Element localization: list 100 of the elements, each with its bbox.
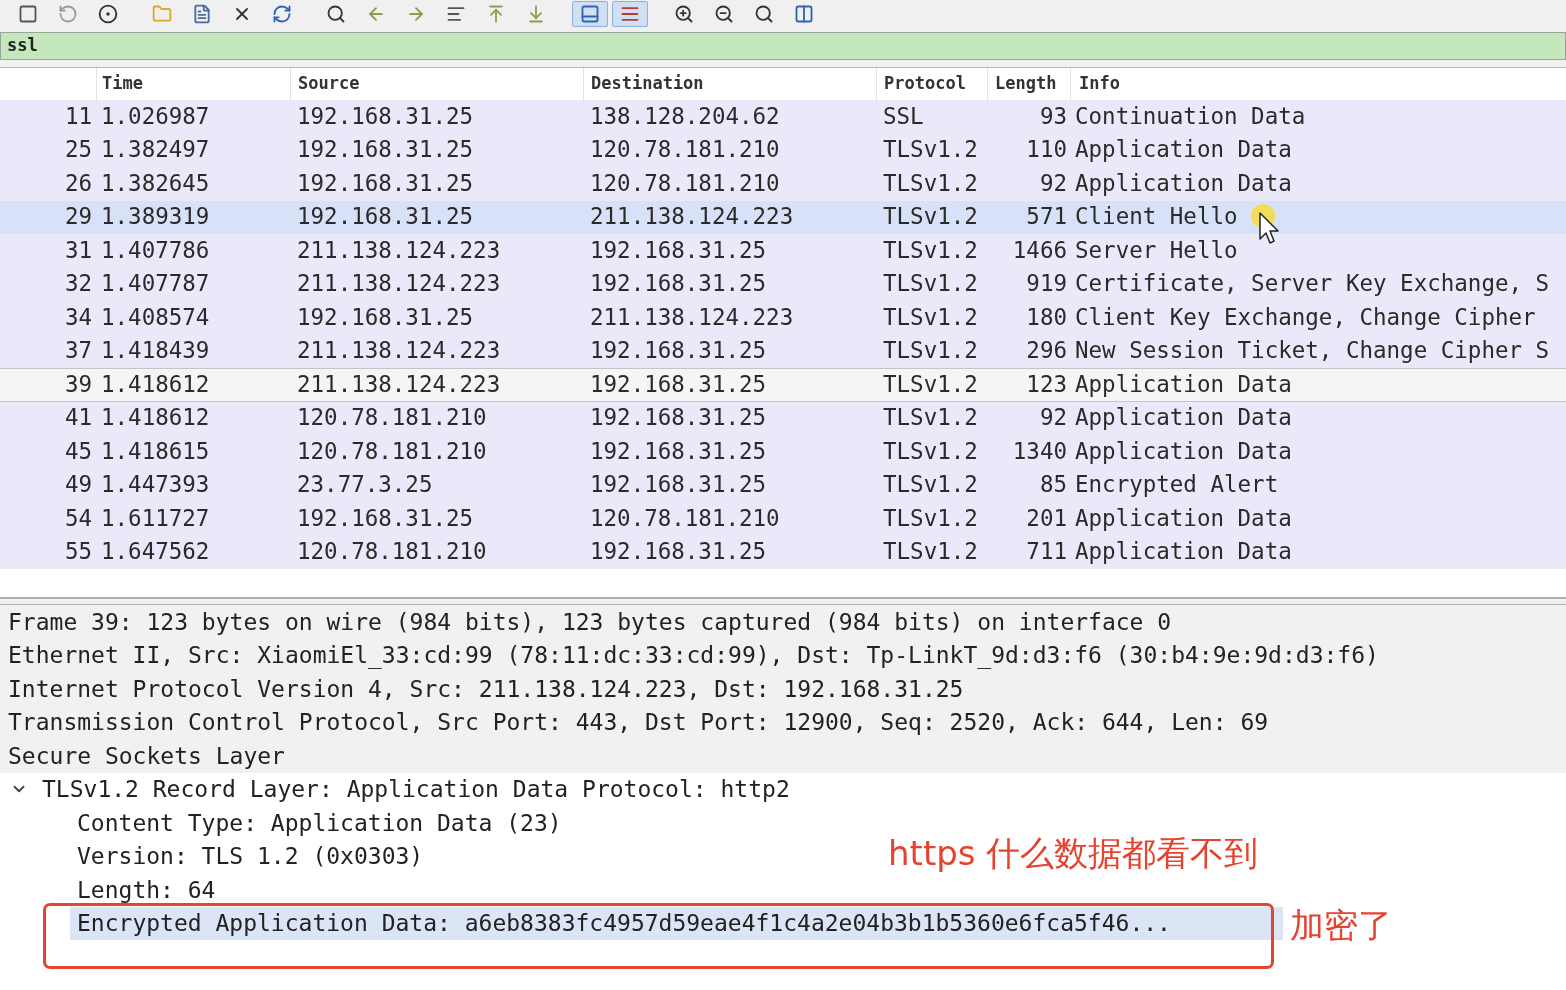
table-cell: 34 (64, 303, 92, 330)
table-cell: 31 (64, 236, 92, 263)
filter-field[interactable]: ssl (0, 32, 1566, 60)
table-cell: 1.382497 (101, 136, 210, 163)
refresh-icon (272, 4, 292, 24)
table-cell: 120.78.181.210 (297, 437, 487, 464)
arrow-down-icon (526, 4, 546, 24)
packet-row[interactable]: 54 1.611727 192.168.31.25 120.78.181.210 TLSv1.2 201 Application Data (0, 502, 1566, 536)
table-cell: TLSv1.2 (883, 370, 978, 397)
table-cell: 1.382645 (101, 169, 210, 196)
zoom-out-icon (714, 4, 734, 24)
annotation-label: 加密了 (1290, 904, 1392, 947)
table-cell: 39 (64, 370, 92, 397)
packet-row[interactable]: 11 1.026987 192.168.31.25 138.128.204.62 SSL 93 Continuation Data (0, 100, 1566, 134)
table-cell: Application Data (1075, 504, 1292, 531)
table-cell: 1.611727 (101, 504, 210, 531)
table-cell: 211.138.124.223 (590, 303, 794, 330)
table-cell: TLSv1.2 (883, 538, 978, 565)
table-cell: 1.407787 (101, 270, 210, 297)
table-cell: 192.168.31.25 (590, 270, 767, 297)
table-cell: 192.168.31.25 (297, 136, 474, 163)
table-cell: Application Data (1075, 169, 1292, 196)
packet-row[interactable]: 26 1.382645 192.168.31.25 120.78.181.210 TLSv1.2 92 Application Data (0, 167, 1566, 201)
table-cell: 120.78.181.210 (590, 136, 780, 163)
table-cell: 120.78.181.210 (297, 404, 487, 431)
table-cell: Application Data (1075, 437, 1292, 464)
table-cell: 138.128.204.62 (590, 102, 780, 129)
detail-line[interactable]: Secure Sockets Layer (8, 738, 285, 773)
table-cell: 11 (64, 102, 92, 129)
column-header[interactable]: Time (102, 71, 143, 97)
column-header[interactable]: Destination (591, 71, 704, 97)
packet-row[interactable]: 31 1.407786 211.138.124.223 192.168.31.25 TLSv1.2 1466 Server Hello (0, 234, 1566, 268)
table-cell: 571 (1026, 203, 1067, 230)
table-cell: Client Hello (1075, 203, 1238, 230)
table-cell: TLSv1.2 (883, 303, 978, 330)
table-cell: 1.418439 (101, 337, 210, 364)
column-header[interactable]: Protocol (884, 71, 966, 97)
table-cell: TLSv1.2 (883, 136, 978, 163)
table-cell: TLSv1.2 (883, 270, 978, 297)
table-cell: 296 (1026, 337, 1067, 364)
table-cell: 192.168.31.25 (297, 169, 474, 196)
packet-row[interactable]: 34 1.408574 192.168.31.25 211.138.124.223 TLSv1.2 180 Client Key Exchange, Change Cipher (0, 301, 1566, 335)
table-cell: 192.168.31.25 (297, 102, 474, 129)
table-cell: 211.138.124.223 (297, 270, 501, 297)
tree-item[interactable]: Version: TLS 1.2 (0x0303) (77, 839, 424, 874)
folder-icon (152, 4, 172, 24)
packet-row[interactable]: 49 1.447393 23.77.3.25 192.168.31.25 TLSv1.2 85 Encrypted Alert (0, 468, 1566, 502)
search-icon (754, 4, 774, 24)
table-cell: Encrypted Alert (1075, 471, 1279, 498)
table-cell: 211.138.124.223 (590, 203, 794, 230)
table-cell: 29 (64, 203, 92, 230)
table-cell: 25 (64, 136, 92, 163)
packet-row[interactable]: 37 1.418439 211.138.124.223 192.168.31.25 TLSv1.2 296 New Session Ticket, Change Cipher S (0, 334, 1566, 368)
table-cell: 211.138.124.223 (297, 370, 501, 397)
table-cell: Application Data (1075, 370, 1292, 397)
table-cell: Certificate, Server Key Exchange, S (1075, 270, 1550, 297)
zoom-in-icon (674, 4, 694, 24)
file-icon (192, 4, 212, 24)
table-cell: 1.418612 (101, 370, 210, 397)
packet-row[interactable]: 32 1.407787 211.138.124.223 192.168.31.25 TLSv1.2 919 Certificate, Server Key Exchange, S (0, 267, 1566, 301)
table-cell: 120.78.181.210 (297, 538, 487, 565)
packet-row[interactable]: 39 1.418612 211.138.124.223 192.168.31.25 TLSv1.2 123 Application Data (0, 368, 1566, 402)
packet-row[interactable]: 55 1.647562 120.78.181.210 192.168.31.25 TLSv1.2 711 Application Data (0, 535, 1566, 569)
lines-icon (620, 4, 640, 24)
table-cell: 1.389319 (101, 203, 210, 230)
table-cell: 711 (1026, 538, 1067, 565)
packet-row[interactable]: 25 1.382497 192.168.31.25 120.78.181.210 TLSv1.2 110 Application Data (0, 133, 1566, 167)
annotation-note: https 什么数据都看不到 (888, 832, 1259, 875)
square-icon (18, 4, 38, 24)
table-cell: TLSv1.2 (883, 404, 978, 431)
table-cell: 192.168.31.25 (590, 471, 767, 498)
packet-row[interactable]: 45 1.418615 120.78.181.210 192.168.31.25 TLSv1.2 1340 Application Data (0, 435, 1566, 469)
column-header[interactable]: Info (1079, 71, 1120, 97)
rotate-icon (58, 4, 78, 24)
table-cell: Continuation Data (1075, 102, 1306, 129)
packet-row[interactable]: 29 1.389319 192.168.31.25 211.138.124.223 TLSv1.2 571 Client Hello (0, 200, 1566, 234)
mouse-pointer-icon (1250, 203, 1280, 245)
tree-item[interactable]: Encrypted Application Data: a6eb8383fc4957d59eae4f1c4a2e04b3b1b5360e6fca5f46... (77, 906, 1171, 941)
columns-icon (794, 4, 814, 24)
column-header[interactable]: Source (298, 71, 360, 97)
table-cell: 192.168.31.25 (590, 337, 767, 364)
packet-row[interactable]: 41 1.418612 120.78.181.210 192.168.31.25 TLSv1.2 92 Application Data (0, 401, 1566, 435)
table-cell: Client Key Exchange, Change Cipher (1075, 303, 1536, 330)
table-cell: 1.418612 (101, 404, 210, 431)
column-header[interactable]: Length (995, 71, 1057, 97)
table-cell: 192.168.31.25 (590, 370, 767, 397)
table-cell: 192.168.31.25 (590, 404, 767, 431)
table-cell: 192.168.31.25 (590, 437, 767, 464)
table-cell: 120.78.181.210 (590, 169, 780, 196)
table-cell: 93 (1039, 102, 1067, 129)
table-cell: 180 (1026, 303, 1067, 330)
tree-item[interactable]: TLSv1.2 Record Layer: Application Data Protocol: http2 (42, 772, 790, 807)
table-cell: 1466 (1012, 236, 1067, 263)
table-cell: 32 (64, 270, 92, 297)
tree-item[interactable]: Length: 64 (77, 872, 216, 907)
target-icon (98, 4, 118, 24)
table-cell: 192.168.31.25 (590, 538, 767, 565)
table-cell: 85 (1039, 471, 1067, 498)
tree-item[interactable]: Content Type: Application Data (23) (77, 805, 562, 840)
table-cell: TLSv1.2 (883, 203, 978, 230)
